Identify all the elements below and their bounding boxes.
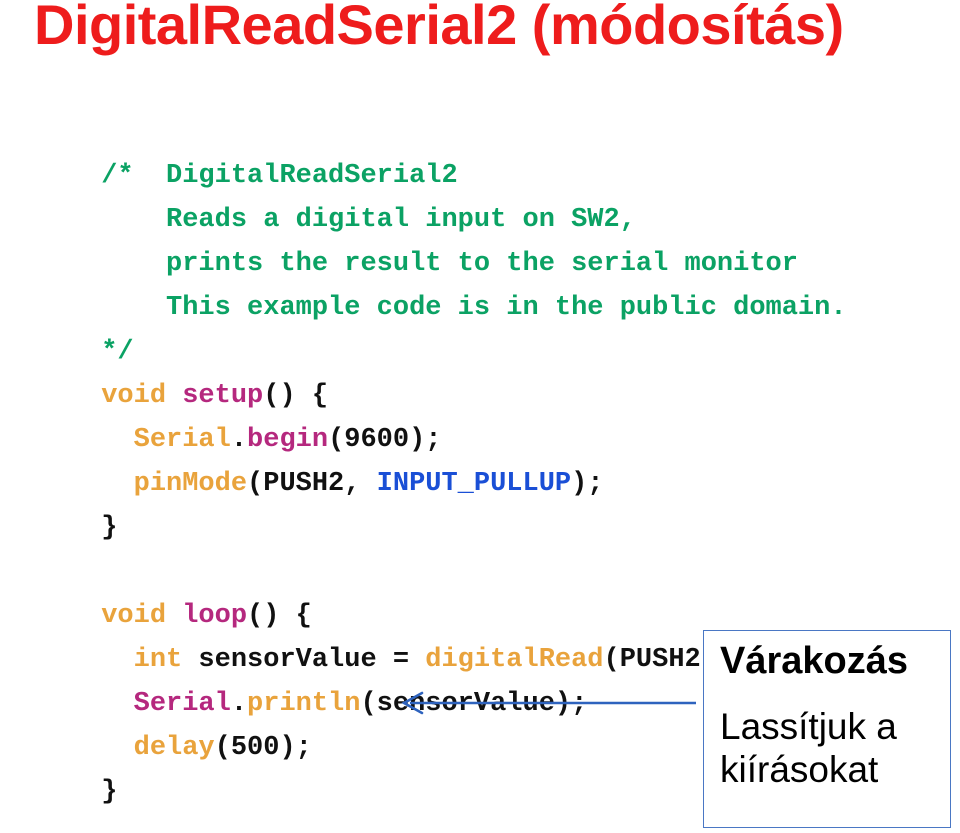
code-token-indent xyxy=(101,645,133,675)
code-token-plain: ); xyxy=(571,469,604,499)
code-token-keyword: int xyxy=(133,645,183,675)
slide-canvas: DigitalReadSerial2 (módosítás) /* Digita… xyxy=(0,0,960,833)
code-token-constant: INPUT_PULLUP xyxy=(376,469,572,499)
code-token-object: Serial xyxy=(133,425,231,455)
code-token-indent xyxy=(101,469,133,499)
code-token-function: pinMode xyxy=(133,469,248,499)
code-token-comment: Reads a digital input on SW2, xyxy=(101,205,636,235)
code-token-plain: . xyxy=(230,689,248,719)
code-token-plain: (500); xyxy=(214,733,312,763)
code-token-comment: /* DigitalReadSerial2 xyxy=(101,161,458,191)
code-token-function: println xyxy=(247,689,361,719)
code-token-plain: () { xyxy=(247,601,312,631)
code-token-plain: (9600); xyxy=(328,425,442,455)
code-token-function: setup xyxy=(182,381,264,411)
callout-box: Várakozás Lassítjuk a kiírásokat xyxy=(703,630,951,828)
code-line: void setup() { xyxy=(0,330,960,411)
code-token-keyword: void xyxy=(101,601,183,631)
callout-arrow-icon xyxy=(401,691,696,715)
code-token-indent xyxy=(101,689,133,719)
code-token-comment: This example code is in the public domai… xyxy=(101,293,847,323)
code-token-plain: (PUSH2, xyxy=(247,469,377,499)
code-token-plain: () { xyxy=(263,381,329,411)
code-token-plain: . xyxy=(230,425,248,455)
code-token-function: begin xyxy=(247,425,329,455)
code-token-object: Serial xyxy=(133,689,231,719)
code-token-indent xyxy=(101,425,133,455)
code-token-plain: } xyxy=(101,777,118,807)
code-token-comment: prints the result to the serial monitor xyxy=(101,249,798,279)
callout-body: Lassítjuk a kiírásokat xyxy=(720,706,897,790)
code-token-keyword: void xyxy=(101,381,183,411)
page-title: DigitalReadSerial2 (módosítás) xyxy=(34,0,844,56)
code-token-function: delay xyxy=(133,733,215,763)
code-token-function: digitalRead xyxy=(425,645,604,675)
code-token-comment: */ xyxy=(101,337,134,367)
code-token-plain: } xyxy=(101,513,118,543)
code-line: /* DigitalReadSerial2 xyxy=(0,110,960,191)
callout-heading: Várakozás xyxy=(720,640,909,682)
code-token-indent xyxy=(101,733,133,763)
code-token-function: loop xyxy=(182,601,248,631)
code-line: void loop() { xyxy=(0,550,960,631)
code-token-plain: sensorValue = xyxy=(182,645,426,675)
